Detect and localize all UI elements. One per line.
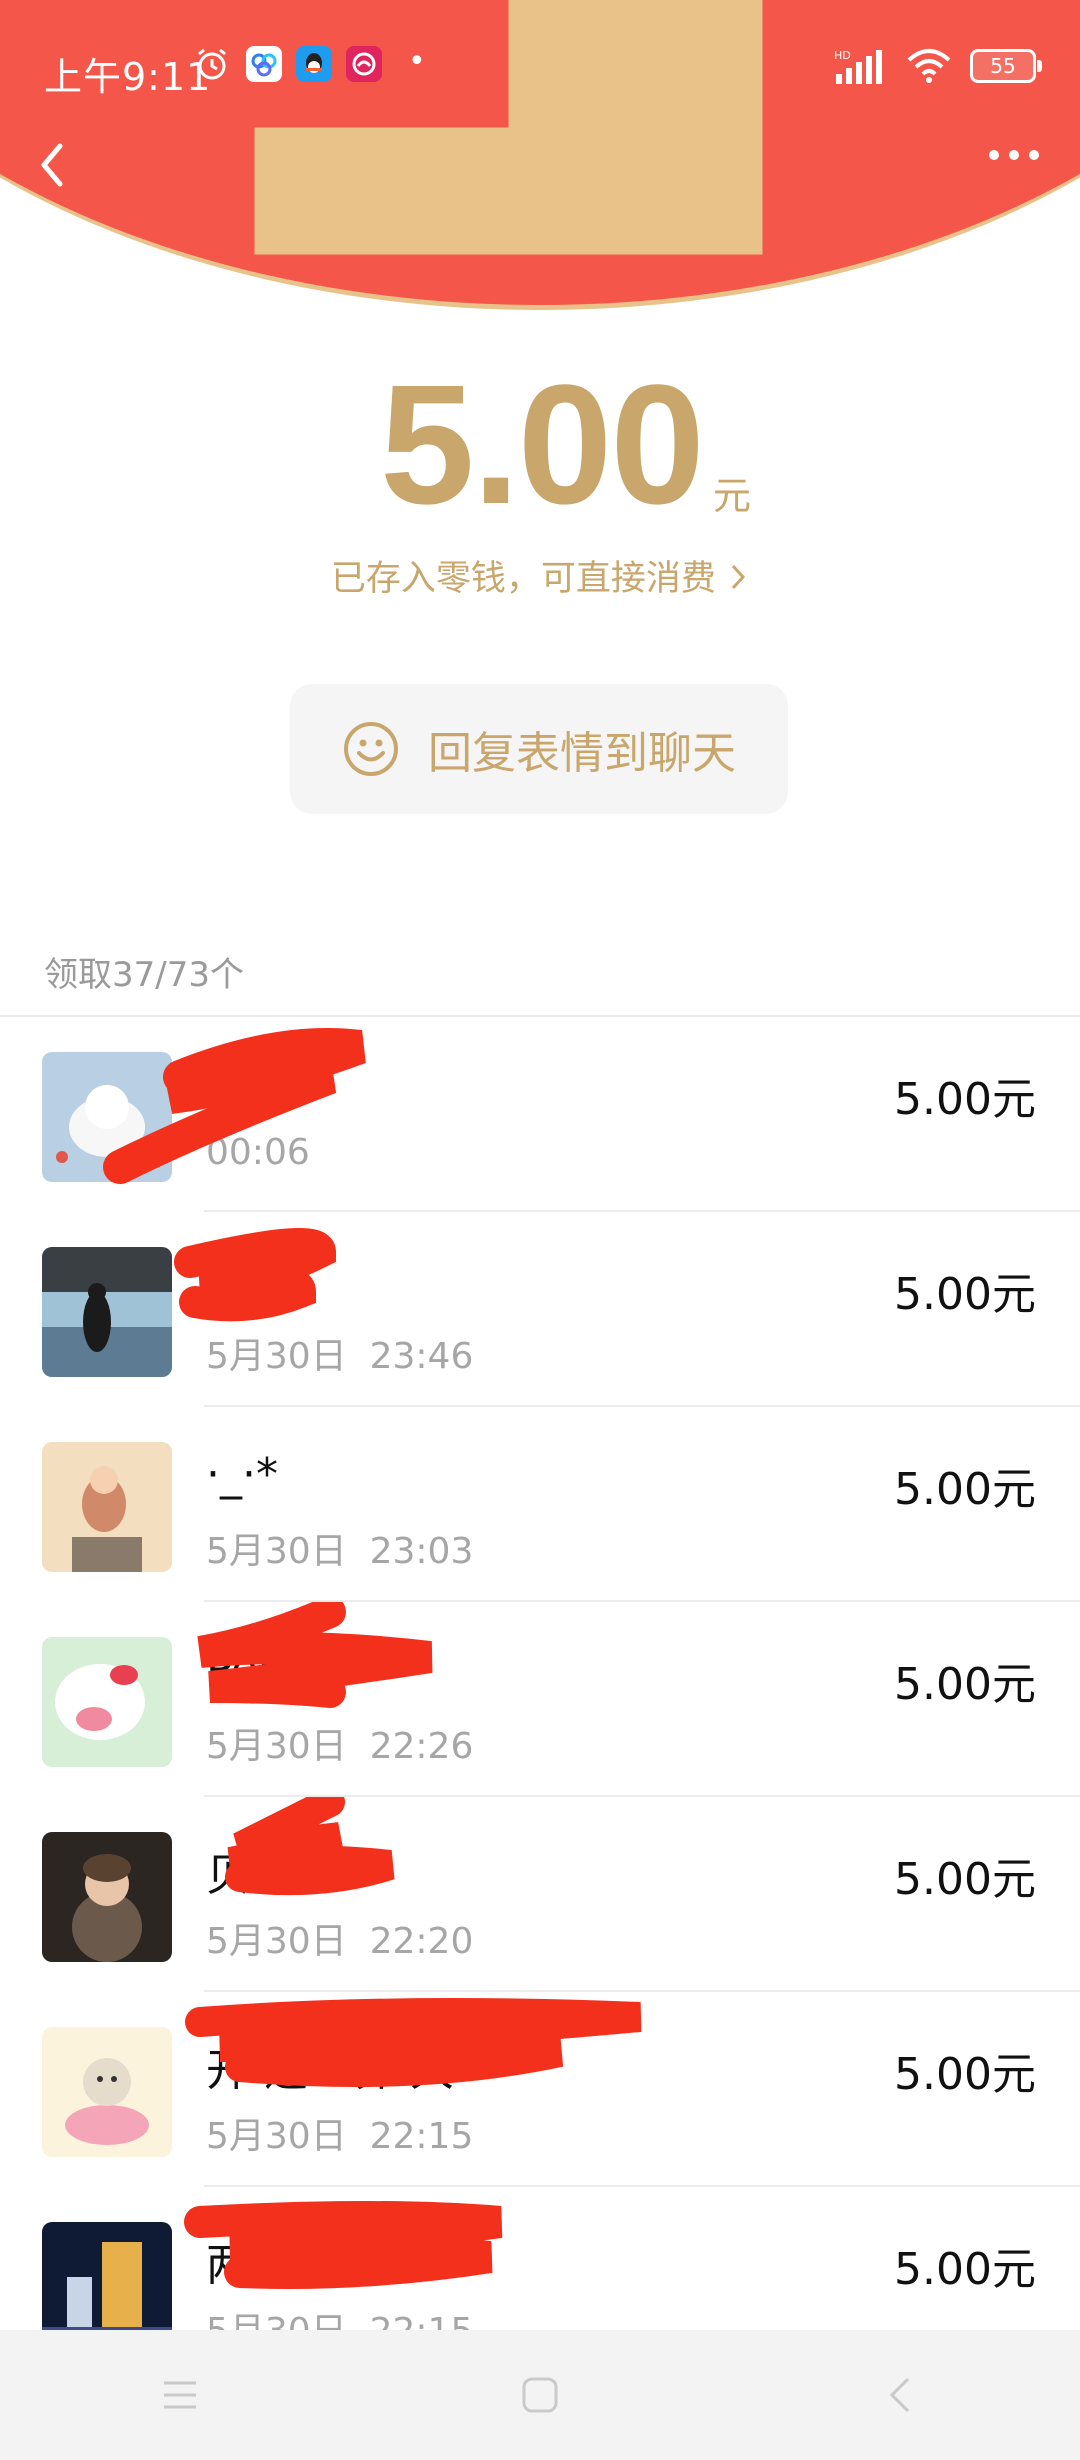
system-nav-bar [0,2330,1080,2460]
claim-time: 5月30日 22:15 [206,2116,474,2157]
claim-amount: 5.00元 [894,2049,1036,2100]
received-amount: 5.00 [380,350,705,540]
app-icon [346,46,382,82]
claimer-name: 开 迎世界 大 [206,2045,454,2096]
notification-dot: • [408,44,426,79]
claimer-name: Pen on [206,1644,355,1695]
status-bar: 上午9:11 • HD 55 [0,0,1080,130]
chevron-left-icon[interactable] [26,130,76,200]
claim-time: 5月30日 22:26 [206,1726,474,1767]
claim-amount: 5.00元 [894,1269,1036,1320]
list-item[interactable]: ·_·* 5月30日 23:03 5.00元 [0,1407,1080,1602]
claim-time: 5月30日 22:20 [206,1921,474,1962]
amount-section: 5.00 元 [0,360,1080,530]
claim-amount: 5.00元 [894,1854,1036,1905]
stored-note-text: 已存入零钱，可直接消费 [330,559,716,599]
signal-icon: HD [834,49,882,84]
status-right: HD 55 [834,46,1042,86]
avatar [42,1052,172,1182]
avatar [42,2027,172,2157]
battery-icon: 55 [970,49,1042,83]
claim-list: 00:06 5.00元 5月30日 23:46 5.00元 ·_·* 5月30日… [0,1017,1080,2382]
chevron-right-icon [731,564,746,590]
claim-amount: 5.00元 [894,1659,1036,1710]
list-item[interactable]: 00:06 5.00元 [0,1017,1080,1212]
qq-icon [296,46,332,82]
avatar [42,1442,172,1572]
stored-note-link[interactable]: 已存入零钱，可直接消费 [0,550,1080,601]
list-item[interactable]: 开 迎世界 大 5月30日 22:15 5.00元 [0,1992,1080,2187]
menu-icon[interactable] [158,2373,202,2417]
claimer-name: 贝 [206,1850,250,1901]
claim-time: 5月30日 23:03 [206,1531,474,1572]
claimer-name: ·_·* [206,1449,278,1500]
amount-unit: 元 [713,474,752,518]
avatar [42,1832,172,1962]
claim-amount: 5.00元 [894,1074,1036,1125]
avatar [42,1637,172,1767]
list-item[interactable]: 5月30日 23:46 5.00元 [0,1212,1080,1407]
more-dots-icon[interactable] [984,145,1054,185]
claim-time: 00:06 [206,1132,310,1173]
list-item[interactable]: Pen on 5月30日 22:26 5.00元 [0,1602,1080,1797]
list-item[interactable]: 贝 5月30日 22:20 5.00元 [0,1797,1080,1992]
back-icon[interactable] [878,2373,922,2417]
wifi-icon [907,49,951,83]
reply-sticker-label: 回复表情到聊天 [428,728,736,779]
svg-text:HD: HD [834,49,851,62]
claim-amount: 5.00元 [894,2244,1036,2295]
claim-time: 5月30日 23:46 [206,1336,474,1377]
status-time: 上午9:11 [44,55,212,99]
claimer-name: 两 [206,2240,250,2291]
claim-count: 领取37/73个 [44,955,244,995]
claim-amount: 5.00元 [894,1464,1036,1515]
smiley-icon [344,722,398,776]
header: 上午9:11 • HD 55 [0,0,1080,320]
home-icon[interactable] [518,2373,562,2417]
alarm-icon [198,48,226,80]
baidu-cloud-icon [246,46,282,82]
avatar [42,1247,172,1377]
reply-sticker-button[interactable]: 回复表情到聊天 [290,684,788,814]
